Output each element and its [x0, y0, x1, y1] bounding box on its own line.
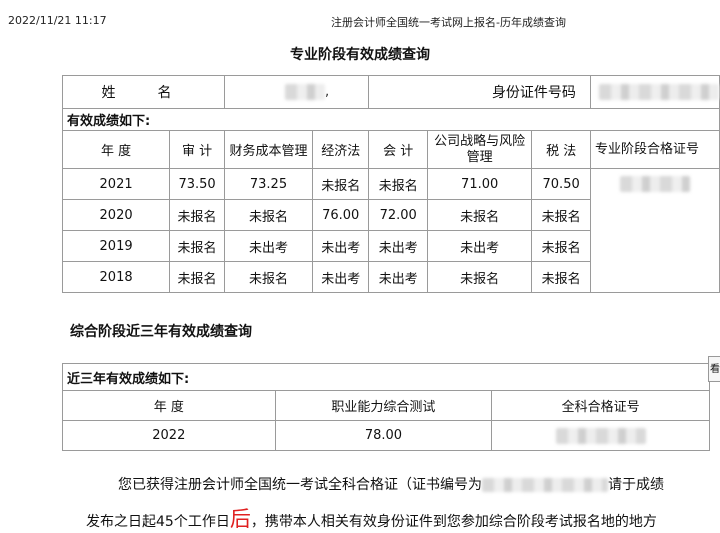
- cell: 未报名: [531, 199, 591, 231]
- table-header-row: 年 度 审 计 财务成本管理 经济法 会 计 公司战略与风险管理 税 法 专业阶…: [61, 130, 720, 169]
- notice-text: 发布之日起45个工作日: [86, 514, 230, 530]
- cell: 73.25: [223, 168, 314, 200]
- cell: 73.50: [169, 168, 225, 200]
- cell: 2021: [61, 168, 171, 200]
- name-value: ,: [223, 75, 370, 109]
- cell: 未报名: [223, 199, 314, 231]
- cell: 未报名: [223, 261, 314, 293]
- print-datetime: 2022/11/21 11:17: [8, 14, 107, 27]
- redacted-name: [284, 84, 325, 100]
- col-audit: 审 计: [169, 130, 225, 169]
- col-certificate-no: 专业阶段合格证号: [589, 130, 720, 169]
- redacted-certificate-number: [482, 478, 608, 492]
- section1-title: 专业阶段有效成绩查询: [290, 47, 430, 63]
- cell: 71.00: [426, 168, 533, 200]
- scores-caption: 有效成绩如下:: [62, 108, 720, 131]
- table-row: 2022 78.00: [62, 420, 710, 451]
- section2-title: 综合阶段近三年有效成绩查询: [70, 324, 252, 340]
- cell: 未报名: [531, 261, 591, 293]
- notice-text: 您已获得注册会计师全国统一考试全科合格证（证书编号为: [118, 477, 482, 493]
- cell: 未报名: [169, 230, 225, 262]
- professional-scores-table: 姓 名 , 身份证件号码 有效成绩如下: 年 度 审 计 财务成本管理 经济法 …: [61, 75, 720, 293]
- notice-line-1: 您已获得注册会计师全国统一考试全科合格证（证书编号为 请于成绩: [0, 474, 720, 494]
- col-year: 年 度: [61, 130, 171, 169]
- full-certificate-cell: [491, 420, 710, 451]
- print-page-title: 注册会计师全国统一考试网上报名-历年成绩查询: [331, 16, 566, 29]
- id-value: [589, 75, 720, 109]
- table-row: 2019 未报名 未出考 未出考 未出考 未出考 未报名: [61, 230, 720, 262]
- cell: 72.00: [368, 199, 428, 231]
- col-tax-law: 税 法: [531, 130, 591, 169]
- redacted-full-certificate: [555, 427, 646, 444]
- col-full-certificate-no: 全科合格证号: [491, 390, 710, 421]
- cell: 未报名: [426, 261, 533, 293]
- identity-row: 姓 名 , 身份证件号码: [62, 75, 720, 109]
- cell: 78.00: [274, 420, 493, 451]
- id-label: 身份证件号码: [368, 75, 591, 109]
- col-strategy-risk: 公司战略与风险管理: [426, 130, 533, 169]
- cell: 2022: [62, 420, 276, 451]
- cell: 未报名: [368, 168, 428, 200]
- table-row: 2020 未报名 未报名 76.00 72.00 未报名 未报名: [61, 199, 720, 231]
- cell: 2019: [61, 230, 171, 262]
- cell: 76.00: [312, 199, 370, 231]
- col-accounting: 会 计: [368, 130, 428, 169]
- notice-line-2: 发布之日起45个工作日后，携带本人相关有效身份证件到您参加综合阶段考试报名地的地…: [0, 503, 720, 533]
- cell: 未报名: [169, 199, 225, 231]
- col-financial-management: 财务成本管理: [223, 130, 314, 169]
- cell: 未报名: [312, 168, 370, 200]
- comprehensive-scores-table: 近三年有效成绩如下: 年 度 职业能力综合测试 全科合格证号 2022 78.0…: [62, 363, 710, 451]
- name-suffix: ,: [324, 84, 330, 100]
- empty-cell: [589, 199, 720, 231]
- table-row: 2021 73.50 73.25 未报名 未报名 71.00 70.50: [61, 168, 720, 200]
- redacted-id: [598, 84, 719, 100]
- cell: 2018: [61, 261, 171, 293]
- table-row: 2018 未报名 未报名 未出考 未出考 未报名 未报名: [61, 261, 720, 293]
- name-label: 姓 名: [62, 75, 225, 109]
- cell: 未出考: [368, 230, 428, 262]
- col-professional-ability-test: 职业能力综合测试: [274, 390, 493, 421]
- col-economic-law: 经济法: [312, 130, 370, 169]
- cell: 未出考: [426, 230, 533, 262]
- cell: 未报名: [426, 199, 533, 231]
- recent-scores-caption: 近三年有效成绩如下:: [62, 363, 710, 391]
- empty-cell: [589, 230, 720, 262]
- table-header-row: 年 度 职业能力综合测试 全科合格证号: [62, 390, 710, 421]
- cell: 未出考: [312, 261, 370, 293]
- notice-text: 请于成绩: [608, 477, 664, 493]
- certificate-cell: [589, 168, 720, 200]
- cell: 未出考: [223, 230, 314, 262]
- cell: 2020: [61, 199, 171, 231]
- cell: 未报名: [531, 230, 591, 262]
- side-tab-button[interactable]: 看: [708, 356, 720, 382]
- cell: 未出考: [312, 230, 370, 262]
- col-year: 年 度: [62, 390, 276, 421]
- cell: 未报名: [169, 261, 225, 293]
- redacted-certificate: [619, 176, 690, 193]
- notice-emphasis: 后: [229, 507, 251, 531]
- cell: 70.50: [531, 168, 591, 200]
- empty-cell: [589, 261, 720, 293]
- notice-text: ，携带本人相关有效身份证件到您参加综合阶段考试报名地的地方: [250, 514, 657, 530]
- cell: 未出考: [368, 261, 428, 293]
